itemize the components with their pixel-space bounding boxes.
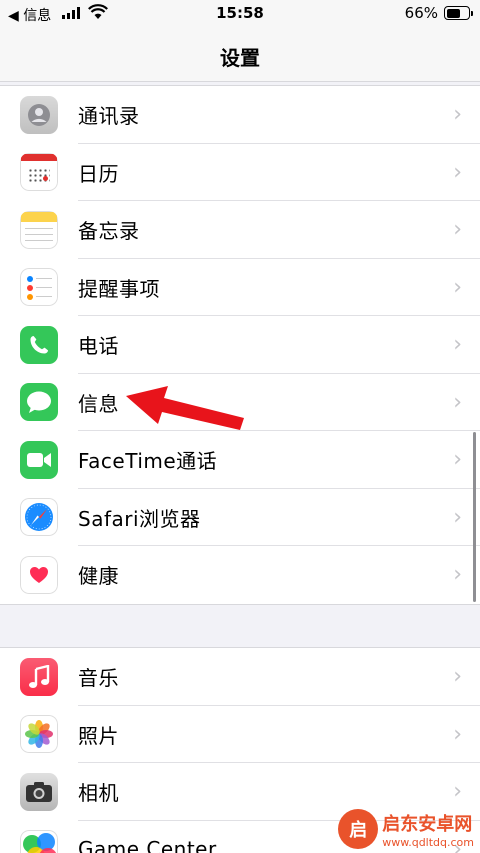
red-arrow-annotation bbox=[126, 386, 244, 430]
calendar-icon bbox=[20, 153, 58, 192]
watermark: 启 启东安卓网 www.qdltdq.com bbox=[338, 809, 474, 849]
notes-icon bbox=[20, 210, 58, 249]
watermark-name: 启东安卓网 bbox=[382, 813, 473, 835]
settings-row-label: 音乐 bbox=[78, 666, 119, 691]
settings-row-reminders[interactable]: 提醒事项 › bbox=[0, 259, 480, 317]
chevron-right-icon: › bbox=[453, 562, 462, 588]
camera-icon bbox=[20, 772, 58, 811]
settings-row-calendar[interactable]: 日历 › bbox=[0, 144, 480, 202]
chevron-right-icon: › bbox=[453, 217, 462, 243]
battery-icon bbox=[444, 6, 473, 20]
chevron-right-icon: › bbox=[453, 779, 462, 805]
settings-row-label: 相机 bbox=[78, 781, 119, 806]
settings-row-label: 电话 bbox=[78, 334, 119, 359]
settings-row-label: Game Center bbox=[78, 837, 217, 853]
chevron-right-icon: › bbox=[453, 102, 462, 128]
settings-row-label: 通讯录 bbox=[78, 104, 140, 129]
settings-row-safari[interactable]: Safari浏览器 › bbox=[0, 489, 480, 547]
settings-row-label: 日历 bbox=[78, 161, 119, 186]
chevron-right-icon: › bbox=[453, 504, 462, 530]
reminders-icon bbox=[20, 268, 58, 307]
settings-row-music[interactable]: 音乐 › bbox=[0, 648, 480, 706]
settings-row-health[interactable]: 健康 › bbox=[0, 546, 480, 604]
settings-row-facetime[interactable]: FaceTime通话 › bbox=[0, 431, 480, 489]
phone-icon bbox=[20, 325, 58, 364]
chevron-right-icon: › bbox=[453, 159, 462, 185]
settings-row-notes[interactable]: 备忘录 › bbox=[0, 201, 480, 259]
settings-row-label: 备忘录 bbox=[78, 219, 140, 244]
photos-icon bbox=[20, 715, 58, 754]
game-center-icon bbox=[20, 830, 58, 853]
safari-icon bbox=[20, 498, 58, 537]
chevron-right-icon: › bbox=[453, 274, 462, 300]
music-icon bbox=[20, 657, 58, 696]
settings-row-label: 提醒事项 bbox=[78, 276, 160, 301]
settings-group-apps: 通讯录 › 日历 › 备忘录 › 提醒事项 › 电话 › 信息 › FaceTime通话 › Safari浏… bbox=[0, 85, 480, 605]
chevron-right-icon: › bbox=[453, 721, 462, 747]
settings-row-contacts[interactable]: 通讯录 › bbox=[0, 86, 480, 144]
settings-row-label: 信息 bbox=[78, 391, 119, 416]
chevron-right-icon: › bbox=[453, 332, 462, 358]
status-bar: ◀ 信息 15:58 66% bbox=[0, 0, 480, 28]
watermark-url: www.qdltdq.com bbox=[382, 835, 474, 849]
settings-row-photos[interactable]: 照片 › bbox=[0, 706, 480, 764]
settings-row-label: 照片 bbox=[78, 723, 119, 748]
nav-bar: 设置 bbox=[0, 28, 480, 82]
settings-row-label: FaceTime通话 bbox=[78, 449, 218, 474]
scrollbar[interactable] bbox=[473, 432, 476, 602]
page-title: 设置 bbox=[220, 46, 260, 70]
messages-icon bbox=[20, 383, 58, 422]
watermark-logo: 启 bbox=[338, 809, 379, 849]
settings-row-phone[interactable]: 电话 › bbox=[0, 316, 480, 374]
contacts-icon bbox=[20, 95, 58, 134]
settings-row-label: 健康 bbox=[78, 564, 119, 589]
chevron-right-icon: › bbox=[453, 447, 462, 473]
chevron-right-icon: › bbox=[453, 389, 462, 415]
chevron-right-icon: › bbox=[453, 664, 462, 690]
facetime-icon bbox=[20, 440, 58, 479]
health-icon bbox=[20, 555, 58, 594]
battery-percent: 66% bbox=[404, 4, 438, 22]
settings-row-label: Safari浏览器 bbox=[78, 506, 201, 531]
